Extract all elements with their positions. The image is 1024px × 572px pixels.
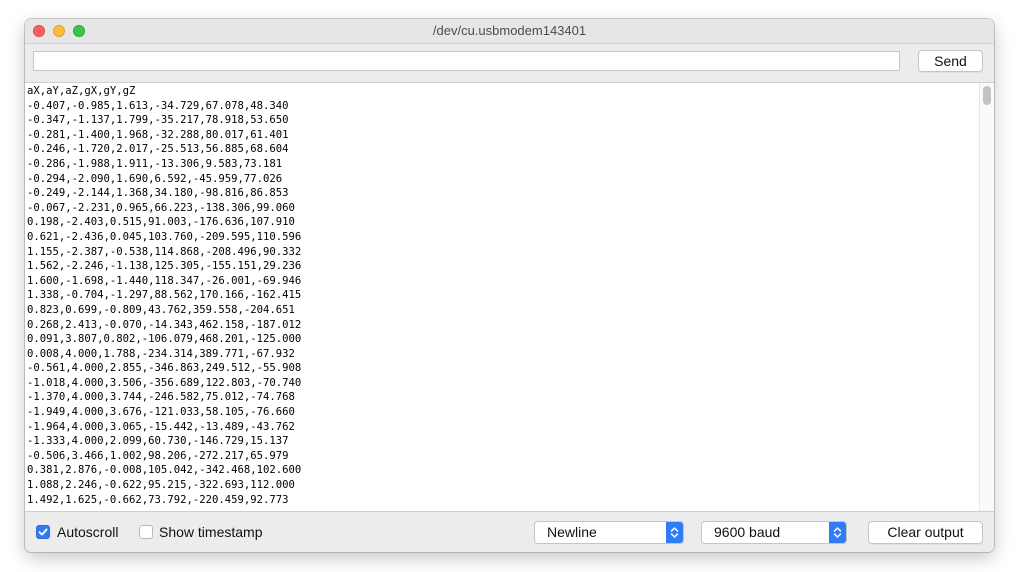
title-bar[interactable]: /dev/cu.usbmodem143401: [25, 19, 994, 44]
serial-output-line: 1.338,-0.704,-1.297,88.562,170.166,-162.…: [27, 289, 302, 302]
serial-output-line: 0.198,-2.403,0.515,91.003,-176.636,107.9…: [27, 216, 295, 229]
line-ending-stepper[interactable]: [666, 522, 683, 543]
show-timestamp-label[interactable]: Show timestamp: [159, 524, 262, 540]
serial-output-line: 0.268,2.413,-0.070,-14.343,462.158,-187.…: [27, 318, 302, 331]
serial-output-area[interactable]: aX,aY,aZ,gX,gY,gZ -0.407,-0.985,1.613,-34…: [25, 82, 994, 512]
serial-output-line: 0.008,4.000,1.788,-234.314,389.771,-67.9…: [27, 347, 295, 360]
serial-output-line: -0.506,3.466,1.002,98.206,-272.217,65.97…: [27, 449, 289, 462]
window-title: /dev/cu.usbmodem143401: [432, 23, 587, 38]
serial-output-line: 0.621,-2.436,0.045,103.760,-209.595,110.…: [27, 230, 302, 243]
show-timestamp-checkbox[interactable]: [139, 525, 153, 539]
serial-output-line: -0.246,-1.720,2.017,-25.513,56.885,68.60…: [27, 143, 289, 156]
baud-rate-value: 9600 baud: [714, 524, 781, 540]
serial-output-line: 1.155,-2.387,-0.538,114.868,-208.496,90.…: [27, 245, 302, 258]
serial-output-line: -1.333,4.000,2.099,60.730,-146.729,15.13…: [27, 435, 289, 448]
serial-output-line: 0.381,2.876,-0.008,105.042,-342.468,102.…: [27, 464, 302, 477]
checkmark-icon: [38, 528, 48, 536]
serial-output-line: -0.407,-0.985,1.613,-34.729,67.078,48.34…: [27, 99, 289, 112]
up-down-chevron-icon: [833, 527, 842, 538]
serial-output-line: 1.600,-1.698,-1.440,118.347,-26.001,-69.…: [27, 274, 302, 287]
send-button[interactable]: Send: [918, 50, 983, 72]
bottom-toolbar: Autoscroll Show timestamp Newline 9600 b…: [25, 512, 994, 552]
serial-output-line: aX,aY,aZ,gX,gY,gZ: [27, 85, 136, 97]
serial-output-line: -0.281,-1.400,1.968,-32.288,80.017,61.40…: [27, 128, 289, 141]
autoscroll-label[interactable]: Autoscroll: [57, 524, 118, 540]
serial-output-line: -1.018,4.000,3.506,-356.689,122.803,-70.…: [27, 376, 302, 389]
serial-output-line: -0.286,-1.988,1.911,-13.306,9.583,73.181: [27, 157, 283, 170]
serial-output-line: -0.249,-2.144,1.368,34.180,-98.816,86.85…: [27, 187, 289, 200]
serial-output-line: -1.370,4.000,3.744,-246.582,75.012,-74.7…: [27, 391, 295, 404]
serial-output-line: -1.964,4.000,3.065,-15.442,-13.489,-43.7…: [27, 420, 295, 433]
serial-output-line: -0.561,4.000,2.855,-346.863,249.512,-55.…: [27, 362, 302, 375]
up-down-chevron-icon: [670, 527, 679, 538]
serial-output-line: 1.088,2.246,-0.622,95.215,-322.693,112.0…: [27, 479, 295, 492]
serial-output-line: 1.562,-2.246,-1.138,125.305,-155.151,29.…: [27, 260, 302, 273]
serial-output-line: -1.949,4.000,3.676,-121.033,58.105,-76.6…: [27, 406, 295, 419]
serial-output-line: -0.294,-2.090,1.690,6.592,-45.959,77.026: [27, 172, 283, 185]
serial-output-line: 0.823,0.699,-0.809,43.762,359.558,-204.6…: [27, 303, 295, 316]
serial-monitor-window: /dev/cu.usbmodem143401 Send aX,aY,aZ,gX,…: [25, 19, 994, 552]
serial-output-line: 0.091,3.807,0.802,-106.079,468.201,-125.…: [27, 333, 302, 346]
baud-rate-select[interactable]: 9600 baud: [701, 521, 847, 544]
serial-output-line: 1.492,1.625,-0.662,73.792,-220.459,92.77…: [27, 493, 289, 506]
serial-send-input[interactable]: [33, 51, 900, 71]
serial-output-line: -0.347,-1.137,1.799,-35.217,78.918,53.65…: [27, 114, 289, 127]
serial-output-line: -0.067,-2.231,0.965,66.223,-138.306,99.0…: [27, 201, 295, 214]
line-ending-select[interactable]: Newline: [534, 521, 684, 544]
scrollbar-thumb[interactable]: [983, 86, 991, 105]
line-ending-value: Newline: [547, 524, 597, 540]
serial-output-text: aX,aY,aZ,gX,gY,gZ -0.407,-0.985,1.613,-34…: [27, 84, 301, 507]
clear-output-button[interactable]: Clear output: [868, 521, 983, 544]
vertical-scrollbar[interactable]: [979, 83, 994, 511]
autoscroll-checkbox[interactable]: [36, 525, 50, 539]
baud-rate-stepper[interactable]: [829, 522, 846, 543]
